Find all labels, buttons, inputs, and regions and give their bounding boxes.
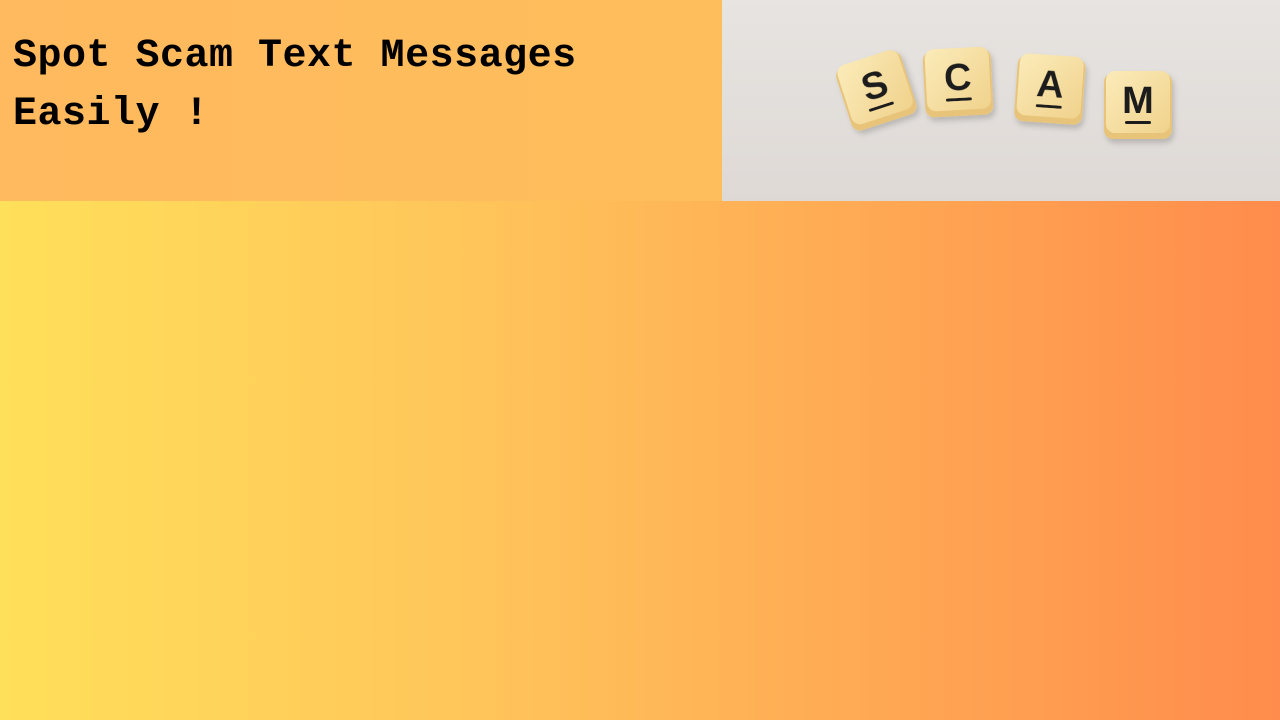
title-banner: Spot Scam Text Messages Easily ! bbox=[0, 0, 722, 201]
tile-a: A bbox=[1014, 53, 1086, 125]
tile-c: C bbox=[922, 46, 994, 118]
tile-letter-c: C bbox=[943, 56, 973, 99]
tile-letter-a: A bbox=[1035, 63, 1065, 107]
scam-tiles-illustration: S C A M bbox=[836, 46, 1172, 139]
tile-s: S bbox=[836, 50, 917, 131]
scam-tiles-photo: S C A M bbox=[722, 0, 1280, 201]
slide-title: Spot Scam Text Messages Easily ! bbox=[13, 34, 577, 137]
tile-letter-m: M bbox=[1122, 80, 1154, 122]
tile-m: M bbox=[1104, 71, 1172, 139]
